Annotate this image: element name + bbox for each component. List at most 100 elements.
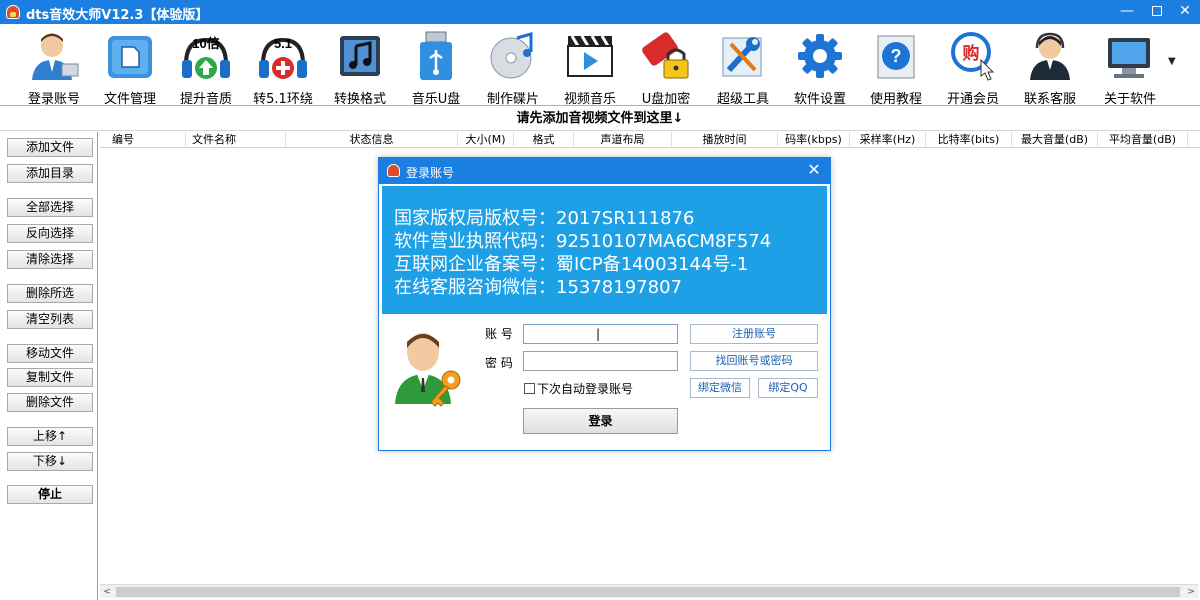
help-icon: ? (877, 35, 915, 79)
move-up-button[interactable]: 上移↑ (7, 427, 93, 446)
tool-video-music[interactable]: 视频音乐 (552, 28, 628, 107)
col-filename[interactable]: 文件名称 (186, 132, 286, 148)
col-bit-depth[interactable]: 比特率(bits) (926, 132, 1012, 148)
tool-label: U盘加密 (641, 92, 691, 107)
col-size[interactable]: 大小(M) (458, 132, 514, 148)
sidebar: 添加文件 添加目录 全部选择 反向选择 清除选择 删除所选 清空列表 移动文件 … (0, 132, 98, 600)
tool-label: 文件管理 (103, 92, 156, 107)
member-icon: 购 (951, 32, 995, 81)
tool-open-member[interactable]: 购 开通会员 (935, 28, 1011, 107)
tool-usb-encrypt[interactable]: U盘加密 (628, 28, 704, 107)
tool-label: 音乐U盘 (411, 92, 461, 107)
select-all-button[interactable]: 全部选择 (7, 198, 93, 217)
bind-wechat-button[interactable]: 绑定微信 (690, 378, 750, 398)
tool-software-settings[interactable]: 软件设置 (782, 28, 858, 107)
tool-tutorial[interactable]: ? 使用教程 (858, 28, 934, 107)
move-file-button[interactable]: 移动文件 (7, 344, 93, 363)
copy-file-button[interactable]: 复制文件 (7, 368, 93, 387)
checkbox-box[interactable] (524, 383, 535, 394)
tool-label: 转5.1环绕 (253, 92, 313, 107)
tool-label: 使用教程 (869, 92, 922, 107)
clear-list-button[interactable]: 清空列表 (7, 310, 93, 329)
tool-label: 软件设置 (793, 92, 846, 107)
main-toolbar: 登录账号 文件管理 10倍 提升音质 5.1 转5.1环绕 转换格式 音乐U盘 … (0, 24, 1200, 107)
tool-boost-quality[interactable]: 10倍 提升音质 (168, 28, 244, 107)
tool-label: 视频音乐 (563, 92, 616, 107)
scroll-right-icon[interactable]: > (1184, 585, 1198, 599)
app-logo-icon (6, 5, 20, 19)
recover-account-button[interactable]: 找回账号或密码 (690, 351, 818, 371)
folder-icon (108, 36, 152, 78)
tool-convert-surround[interactable]: 5.1 转5.1环绕 (245, 28, 321, 107)
headphones-up-icon: 10倍 (182, 36, 230, 79)
tool-badge: 5.1 (274, 36, 292, 51)
tool-make-disc[interactable]: 制作碟片 (475, 28, 551, 107)
tool-super-tools[interactable]: 超级工具 (705, 28, 781, 107)
user-key-icon (395, 333, 461, 407)
tool-about[interactable]: 关于软件 (1092, 28, 1168, 107)
col-channel-layout[interactable]: 声道布局 (574, 132, 672, 148)
register-button[interactable]: 注册账号 (690, 324, 818, 344)
tool-label: 提升音质 (179, 92, 232, 107)
toolbar-more-icon[interactable]: ▼ (1168, 56, 1176, 67)
close-button[interactable]: ✕ (1168, 0, 1200, 24)
tool-music-usb[interactable]: 音乐U盘 (398, 28, 474, 107)
title-bar: dts音效大师V12.3【体验版】 — ✕ (0, 0, 1200, 24)
tool-label: 登录账号 (27, 92, 80, 107)
move-down-button[interactable]: 下移↓ (7, 452, 93, 471)
tool-file-manage[interactable]: 文件管理 (92, 28, 168, 107)
tool-login-account[interactable]: 登录账号 (16, 28, 92, 107)
clear-selection-button[interactable]: 清除选择 (7, 250, 93, 269)
headphones-plus-icon: 5.1 (259, 36, 307, 79)
support-icon (1030, 32, 1070, 80)
horizontal-scrollbar[interactable]: < > (100, 584, 1198, 598)
gear-icon (798, 34, 842, 78)
app-logo-icon (387, 164, 400, 177)
add-folder-button[interactable]: 添加目录 (7, 164, 93, 183)
minimize-button[interactable]: — (1110, 0, 1144, 24)
col-format[interactable]: 格式 (514, 132, 574, 148)
col-bitrate[interactable]: 码率(kbps) (778, 132, 850, 148)
video-icon (567, 35, 613, 77)
login-dialog: 登录账号 ✕ 国家版权局版权号：2017SR111876 软件营业执照代码：92… (378, 157, 831, 451)
tool-convert-format[interactable]: 转换格式 (322, 28, 398, 107)
col-duration[interactable]: 播放时间 (672, 132, 778, 148)
col-max-volume[interactable]: 最大音量(dB) (1012, 132, 1098, 148)
user-icon (32, 33, 79, 80)
tool-label: 超级工具 (716, 92, 769, 107)
tool-label: 联系客服 (1023, 92, 1076, 107)
drop-hint-bar: 请先添加音视频文件到这里↓ (0, 107, 1200, 131)
col-avg-volume[interactable]: 平均音量(dB) (1098, 132, 1188, 148)
password-label: 密 码 (485, 356, 513, 370)
col-status[interactable]: 状态信息 (286, 132, 458, 148)
col-sample-rate[interactable]: 采样率(Hz) (850, 132, 926, 148)
delete-file-button[interactable]: 删除文件 (7, 393, 93, 412)
disc-icon (490, 32, 533, 79)
scroll-left-icon[interactable]: < (100, 585, 114, 599)
password-input[interactable] (523, 351, 678, 371)
account-input[interactable]: | (523, 324, 678, 344)
list-header: 编号 文件名称 状态信息 大小(M) 格式 声道布局 播放时间 码率(kbps)… (100, 132, 1200, 148)
tools-icon (722, 37, 762, 77)
dialog-title: 登录账号 (406, 166, 455, 180)
stop-button[interactable]: 停止 (7, 485, 93, 504)
delete-selected-button[interactable]: 删除所选 (7, 284, 93, 303)
usb-lock-icon (642, 32, 689, 79)
scroll-thumb[interactable] (116, 587, 1180, 597)
tool-badge: 购 (963, 43, 980, 64)
maximize-icon (1152, 6, 1162, 16)
tool-contact-support[interactable]: 联系客服 (1012, 28, 1088, 107)
add-file-button[interactable]: 添加文件 (7, 138, 93, 157)
info-banner: 国家版权局版权号：2017SR111876 软件营业执照代码：92510107M… (382, 186, 827, 314)
tool-badge: 10倍 (192, 36, 219, 51)
tool-label: 开通会员 (946, 92, 999, 107)
svg-text:?: ? (891, 46, 902, 66)
col-index[interactable]: 编号 (100, 132, 186, 148)
auto-login-label: 下次自动登录账号 (537, 382, 634, 396)
dialog-close-button[interactable]: ✕ (803, 160, 825, 180)
bind-qq-button[interactable]: 绑定QQ (758, 378, 818, 398)
computer-icon (1108, 38, 1150, 78)
login-button[interactable]: 登录 (523, 408, 678, 434)
auto-login-checkbox[interactable]: 下次自动登录账号 (524, 380, 633, 397)
invert-selection-button[interactable]: 反向选择 (7, 224, 93, 243)
